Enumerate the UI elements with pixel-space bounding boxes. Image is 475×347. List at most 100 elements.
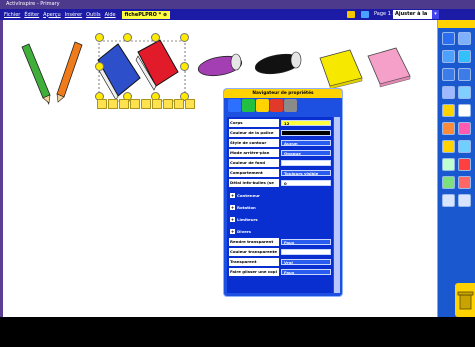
property-value[interactable]: 12	[281, 120, 331, 126]
property-label: Style de contour	[229, 139, 279, 147]
black-pencil-case-icon[interactable]	[254, 51, 302, 77]
text-icon[interactable]	[458, 140, 471, 153]
desktop-icon[interactable]	[442, 86, 455, 99]
property-row[interactable]: Délai info-bulles (se 0	[227, 179, 333, 187]
page-icon[interactable]	[361, 11, 369, 18]
menu-bar: Fichier Éditer Aperçu Insérer Outils Aid…	[0, 9, 475, 26]
menu-file[interactable]: Fichier	[4, 12, 20, 18]
flipchart-canvas[interactable]	[0, 20, 437, 317]
property-value[interactable]: Toujours visible	[281, 170, 331, 176]
section-limiters[interactable]: Limiteurs	[229, 216, 333, 224]
pink-notebook-icon[interactable]	[367, 47, 411, 88]
property-row[interactable]: Couleur de fond	[227, 159, 333, 167]
folder-icon[interactable]	[442, 50, 455, 63]
property-value[interactable]: Aucun	[281, 140, 331, 146]
property-row[interactable]: Couleur transparente	[227, 248, 333, 256]
property-row[interactable]: Transparent Vrai	[227, 258, 333, 266]
property-value[interactable]	[281, 249, 331, 255]
browser-icon[interactable]	[458, 32, 471, 45]
next-page-icon[interactable]	[458, 68, 471, 81]
property-tabs	[228, 99, 298, 112]
menu-edit[interactable]: Éditer	[24, 12, 39, 18]
zoom-dropdown[interactable]: Ajuster à la largeur ▾	[393, 10, 439, 26]
property-label: Comportement	[229, 169, 279, 177]
property-value[interactable]: Faux	[281, 239, 331, 245]
connector-icon[interactable]	[458, 158, 471, 171]
clear-icon[interactable]	[442, 176, 455, 189]
highlighter-icon[interactable]	[442, 122, 455, 135]
edit-icon[interactable]	[174, 99, 184, 109]
trash-can-icon[interactable]	[455, 283, 475, 317]
browser-tab-resources-icon[interactable]	[242, 99, 255, 112]
color-palette-icon[interactable]	[442, 194, 455, 207]
orange-pencil-icon[interactable]	[56, 41, 83, 103]
property-value[interactable]	[281, 130, 331, 136]
browser-tab-properties-icon[interactable]	[256, 99, 269, 112]
browser-tab-voting-icon[interactable]	[284, 99, 297, 112]
property-scrollbar[interactable]	[334, 117, 340, 293]
toolbox-grip[interactable]	[438, 20, 475, 28]
property-value[interactable]: 0	[281, 180, 331, 186]
main-toolbox	[437, 20, 475, 317]
send-back-icon[interactable]	[152, 99, 162, 109]
flipchart-icon[interactable]	[442, 32, 455, 45]
property-value[interactable]: Opaque	[281, 150, 331, 156]
select-icon[interactable]	[442, 104, 455, 117]
purple-pencil-case-icon[interactable]	[197, 53, 243, 78]
move-icon[interactable]	[97, 99, 107, 109]
selection-handles	[95, 33, 189, 101]
document-tab[interactable]: fichePLPRO * ⊗	[121, 10, 171, 19]
property-label: Rendre transparent	[229, 238, 279, 246]
property-row[interactable]: Comportement Toujours visible	[227, 169, 333, 177]
section-rotation[interactable]: Rotation	[229, 204, 333, 212]
property-label: Délai info-bulles (se	[229, 179, 279, 187]
property-value[interactable]	[281, 160, 331, 166]
resize-handle-n[interactable]	[123, 33, 132, 42]
rotate-icon[interactable]	[108, 99, 118, 109]
resize-handle-w[interactable]	[95, 62, 104, 71]
property-row[interactable]: Rendre transparent Faux	[227, 238, 333, 246]
browser-tab-pages-icon[interactable]	[228, 99, 241, 112]
shape-icon[interactable]	[442, 158, 455, 171]
resize-handle-ne[interactable]	[180, 33, 189, 42]
smiley-icon[interactable]	[347, 11, 355, 18]
property-row[interactable]: Corps 12	[227, 119, 333, 127]
property-label: Couleur de la police	[229, 129, 279, 137]
yellow-notebook-icon[interactable]	[319, 49, 363, 90]
property-row[interactable]: Faire glisser une copi Faux	[227, 268, 333, 276]
pen-icon[interactable]	[458, 104, 471, 117]
resize-handle-n2[interactable]	[151, 33, 160, 42]
eraser-icon[interactable]	[458, 122, 471, 135]
undo-icon[interactable]	[458, 86, 471, 99]
menu-view[interactable]: Aperçu	[43, 12, 61, 18]
property-value[interactable]: Faux	[281, 269, 331, 275]
property-label: Couleur transparente	[229, 248, 279, 256]
menu-help[interactable]: Aide	[105, 12, 116, 18]
property-row[interactable]: Couleur de la police	[227, 129, 333, 137]
duplicate-icon[interactable]	[163, 99, 173, 109]
browser-tab-actions-icon[interactable]	[270, 99, 283, 112]
property-row[interactable]: Mode arrière-plan Opaque	[227, 149, 333, 157]
pen-width-icon[interactable]	[458, 194, 471, 207]
menu-tools[interactable]: Outils	[86, 12, 100, 18]
menu-insert[interactable]: Insérer	[65, 12, 82, 18]
previous-page-icon[interactable]	[442, 68, 455, 81]
menu-icon[interactable]	[185, 99, 195, 109]
bring-front-icon[interactable]	[141, 99, 151, 109]
translate-icon[interactable]	[130, 99, 140, 109]
title-bar: ActivInspire - Primary	[0, 0, 475, 9]
reset-icon[interactable]	[458, 176, 471, 189]
section-container[interactable]: Conteneur	[229, 192, 333, 200]
property-value[interactable]: Vrai	[281, 259, 331, 265]
property-label: Mode arrière-plan	[229, 149, 279, 157]
trash-panel	[455, 283, 475, 317]
property-row[interactable]: Style de contour Aucun	[227, 139, 333, 147]
save-icon[interactable]	[458, 50, 471, 63]
section-misc[interactable]: Divers	[229, 228, 333, 236]
fill-icon[interactable]	[442, 140, 455, 153]
resize-handle-e[interactable]	[180, 62, 189, 71]
scale-icon[interactable]	[119, 99, 129, 109]
resize-handle-nw[interactable]	[95, 33, 104, 42]
green-pencil-icon[interactable]	[21, 43, 51, 105]
object-edit-toolbar	[97, 99, 200, 109]
